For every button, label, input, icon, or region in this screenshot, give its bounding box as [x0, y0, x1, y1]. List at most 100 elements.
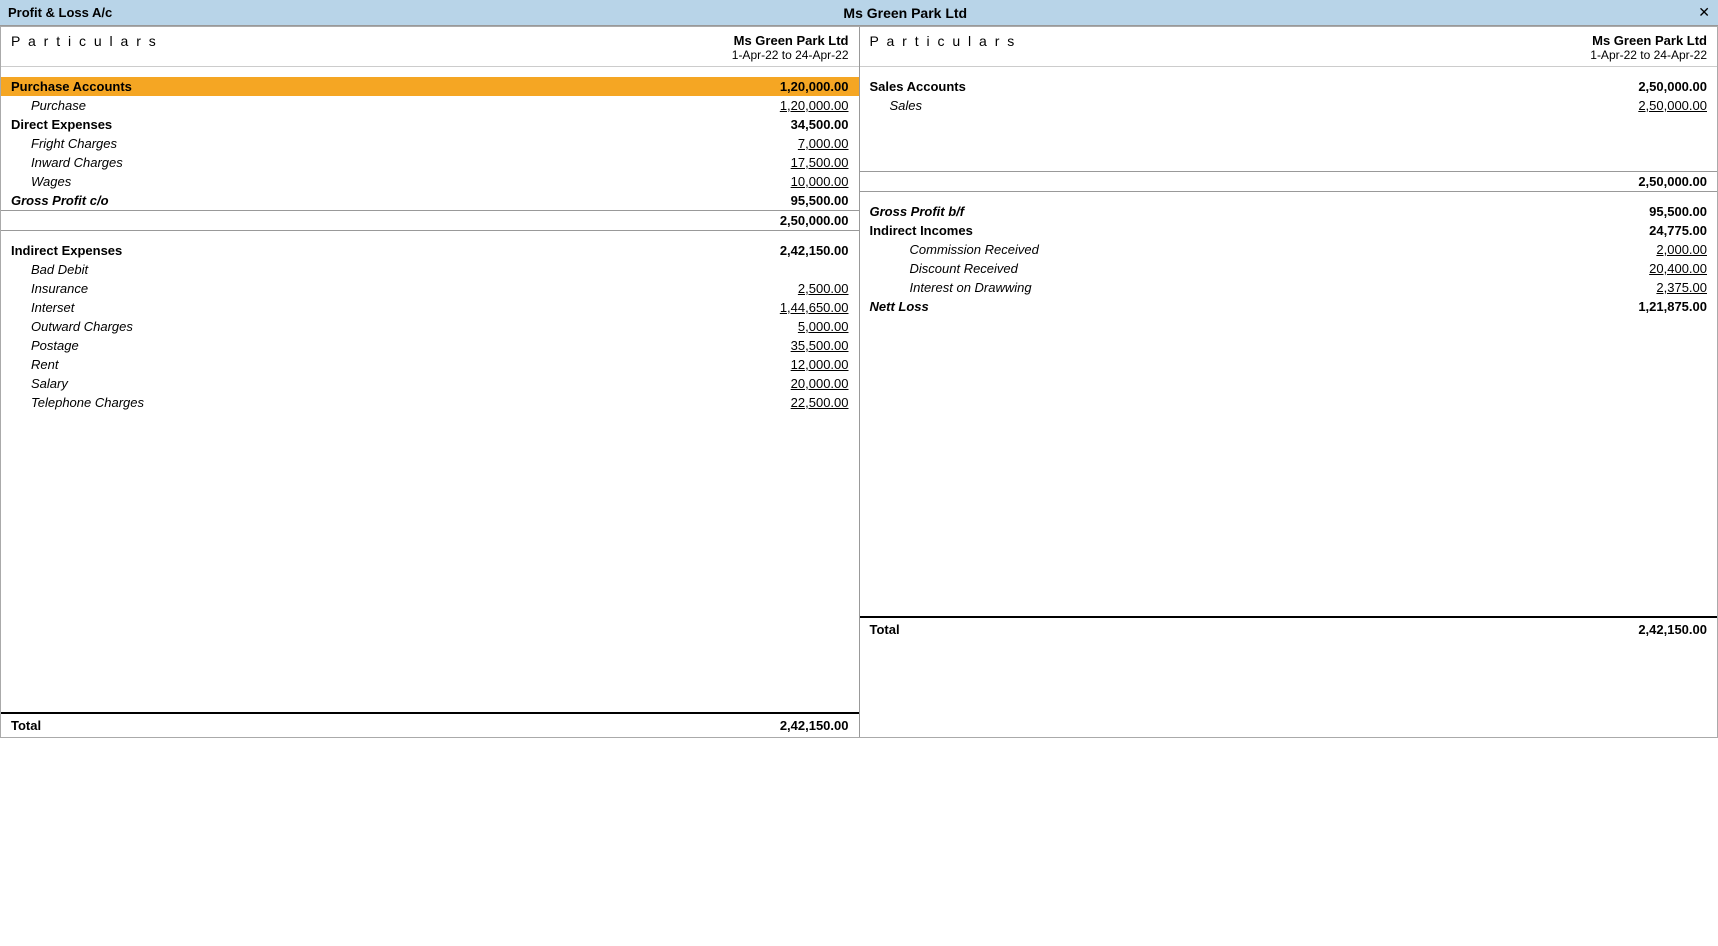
sales-accounts-total: 2,50,000.00 — [1607, 79, 1707, 94]
indirect-expenses-row: Indirect Expenses 2,42,150.00 — [1, 241, 859, 260]
sales-accounts-row: Sales Accounts 2,50,000.00 — [860, 77, 1718, 96]
discount-received-label: Discount Received — [870, 261, 1018, 276]
right-total-label: Total — [870, 622, 900, 637]
left-company: Ms Green Park Ltd — [732, 33, 849, 48]
bad-debit-label: Bad Debit — [11, 262, 88, 277]
left-subtotal-row: 2,50,000.00 — [1, 210, 859, 231]
direct-expenses-row: Direct Expenses 34,500.00 — [1, 115, 859, 134]
interest-drawwing-label: Interest on Drawwing — [870, 280, 1032, 295]
sales-amount: 2,50,000.00 — [1607, 98, 1707, 113]
gross-profit-co-label: Gross Profit c/o — [11, 193, 109, 208]
interset-label: Interset — [11, 300, 74, 315]
commission-received-label: Commission Received — [870, 242, 1039, 257]
inward-charges-label: Inward Charges — [11, 155, 123, 170]
left-particulars: P a r t i c u l a r s — [11, 33, 158, 62]
insurance-amount: 2,500.00 — [749, 281, 849, 296]
fright-charges-amount: 7,000.00 — [749, 136, 849, 151]
gross-profit-co-row: Gross Profit c/o 95,500.00 — [1, 191, 859, 210]
sales-label: Sales — [870, 98, 923, 113]
insurance-row: Insurance 2,500.00 — [1, 279, 859, 298]
outward-charges-amount: 5,000.00 — [749, 319, 849, 334]
postage-row: Postage 35,500.00 — [1, 336, 859, 355]
right-empty-space — [860, 316, 1718, 616]
salary-label: Salary — [11, 376, 68, 391]
outward-charges-label: Outward Charges — [11, 319, 133, 334]
gross-profit-co-amount: 95,500.00 — [749, 193, 849, 208]
outward-charges-row: Outward Charges 5,000.00 — [1, 317, 859, 336]
indirect-incomes-total: 24,775.00 — [1607, 223, 1707, 238]
purchase-accounts-label: Purchase Accounts — [11, 79, 132, 94]
left-header: P a r t i c u l a r s Ms Green Park Ltd … — [1, 27, 859, 67]
indirect-incomes-row: Indirect Incomes 24,775.00 — [860, 221, 1718, 240]
title-left: Profit & Loss A/c — [8, 5, 112, 20]
left-total-row: Total 2,42,150.00 — [1, 712, 859, 737]
nett-loss-row: Nett Loss 1,21,875.00 — [860, 297, 1718, 316]
inward-charges-amount: 17,500.00 — [749, 155, 849, 170]
main-container: P a r t i c u l a r s Ms Green Park Ltd … — [0, 26, 1718, 738]
interest-drawwing-amount: 2,375.00 — [1607, 280, 1707, 295]
gross-profit-bf-label: Gross Profit b/f — [870, 204, 965, 219]
interset-amount: 1,44,650.00 — [749, 300, 849, 315]
purchase-row: Purchase 1,20,000.00 — [1, 96, 859, 115]
title-center: Ms Green Park Ltd — [843, 5, 967, 21]
postage-label: Postage — [11, 338, 79, 353]
purchase-amount: 1,20,000.00 — [749, 98, 849, 113]
left-total-amount: 2,42,150.00 — [780, 718, 849, 733]
direct-expenses-total: 34,500.00 — [749, 117, 849, 132]
right-panel: P a r t i c u l a r s Ms Green Park Ltd … — [860, 27, 1718, 737]
gross-profit-bf-amount: 95,500.00 — [1607, 204, 1707, 219]
salary-row: Salary 20,000.00 — [1, 374, 859, 393]
purchase-accounts-row: Purchase Accounts 1,20,000.00 — [1, 77, 859, 96]
right-total-amount: 2,42,150.00 — [1638, 622, 1707, 637]
left-subtotal-amount: 2,50,000.00 — [749, 213, 849, 228]
indirect-expenses-label: Indirect Expenses — [11, 243, 122, 258]
wages-row: Wages 10,000.00 — [1, 172, 859, 191]
salary-amount: 20,000.00 — [749, 376, 849, 391]
right-total-row: Total 2,42,150.00 — [860, 616, 1718, 641]
bad-debit-amount — [749, 262, 849, 277]
nett-loss-label: Nett Loss — [870, 299, 929, 314]
discount-received-row: Discount Received 20,400.00 — [860, 259, 1718, 278]
right-subtotal-amount: 2,50,000.00 — [1607, 174, 1707, 189]
left-total-label: Total — [11, 718, 41, 733]
telephone-charges-row: Telephone Charges 22,500.00 — [1, 393, 859, 412]
left-empty-space — [1, 412, 859, 712]
telephone-charges-label: Telephone Charges — [11, 395, 144, 410]
bad-debit-row: Bad Debit — [1, 260, 859, 279]
nett-loss-amount: 1,21,875.00 — [1607, 299, 1707, 314]
right-header-right: Ms Green Park Ltd 1-Apr-22 to 24-Apr-22 — [1590, 33, 1707, 62]
right-date-range: 1-Apr-22 to 24-Apr-22 — [1590, 48, 1707, 62]
sales-row: Sales 2,50,000.00 — [860, 96, 1718, 115]
right-header: P a r t i c u l a r s Ms Green Park Ltd … — [860, 27, 1718, 67]
right-subtotal-row: 2,50,000.00 — [860, 171, 1718, 192]
postage-amount: 35,500.00 — [749, 338, 849, 353]
gross-profit-bf-row: Gross Profit b/f 95,500.00 — [860, 202, 1718, 221]
telephone-charges-amount: 22,500.00 — [749, 395, 849, 410]
sales-accounts-label: Sales Accounts — [870, 79, 966, 94]
direct-expenses-label: Direct Expenses — [11, 117, 112, 132]
right-company: Ms Green Park Ltd — [1590, 33, 1707, 48]
title-bar: Profit & Loss A/c Ms Green Park Ltd ✕ — [0, 0, 1718, 26]
rent-row: Rent 12,000.00 — [1, 355, 859, 374]
close-button[interactable]: ✕ — [1698, 4, 1710, 21]
indirect-expenses-total: 2,42,150.00 — [749, 243, 849, 258]
right-spacer-1 — [860, 115, 1718, 171]
interset-row: Interset 1,44,650.00 — [1, 298, 859, 317]
interest-drawwing-row: Interest on Drawwing 2,375.00 — [860, 278, 1718, 297]
purchase-label: Purchase — [11, 98, 86, 113]
wages-label: Wages — [11, 174, 71, 189]
commission-received-amount: 2,000.00 — [1607, 242, 1707, 257]
left-panel: P a r t i c u l a r s Ms Green Park Ltd … — [1, 27, 859, 737]
rent-label: Rent — [11, 357, 58, 372]
indirect-incomes-label: Indirect Incomes — [870, 223, 973, 238]
inward-charges-row: Inward Charges 17,500.00 — [1, 153, 859, 172]
wages-amount: 10,000.00 — [749, 174, 849, 189]
left-date-range: 1-Apr-22 to 24-Apr-22 — [732, 48, 849, 62]
left-header-right: Ms Green Park Ltd 1-Apr-22 to 24-Apr-22 — [732, 33, 849, 62]
commission-received-row: Commission Received 2,000.00 — [860, 240, 1718, 259]
right-particulars: P a r t i c u l a r s — [870, 33, 1017, 62]
fright-charges-label: Fright Charges — [11, 136, 117, 151]
rent-amount: 12,000.00 — [749, 357, 849, 372]
discount-received-amount: 20,400.00 — [1607, 261, 1707, 276]
insurance-label: Insurance — [11, 281, 88, 296]
